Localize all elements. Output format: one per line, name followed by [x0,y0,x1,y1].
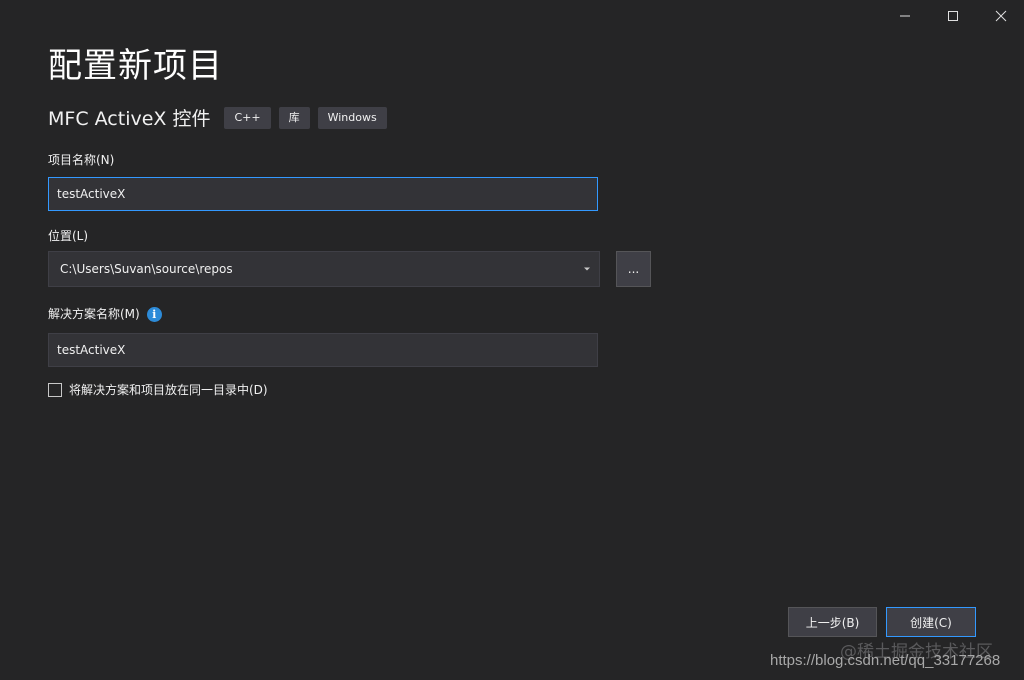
maximize-button[interactable] [930,0,976,32]
solution-name-label: 解决方案名称(M) [48,307,140,321]
template-info: MFC ActiveX 控件 C++ 库 Windows [48,104,395,131]
minimize-icon [900,15,910,17]
back-button[interactable]: 上一步(B) [788,607,877,637]
tag-type: 库 [278,106,310,129]
tag-language: C++ [224,106,271,129]
same-dir-checkbox[interactable] [48,382,62,397]
watermark-url: https://blog.csdn.net/qq_33177268 [770,652,1001,669]
create-button[interactable]: 创建(C) [886,607,976,637]
close-icon [995,10,1007,22]
solution-name-input[interactable] [48,333,598,367]
info-icon[interactable]: i [146,307,162,322]
page-title: 配置新项目 [48,46,223,86]
location-value: C:\Users\Suvan\source\repos [60,262,233,276]
tag-platform: Windows [317,106,387,129]
browse-button[interactable]: ... [616,251,651,287]
same-dir-label: 将解决方案和项目放在同一目录中(D) [69,383,268,397]
same-dir-option[interactable]: 将解决方案和项目放在同一目录中(D) [48,381,268,398]
location-label: 位置(L) [48,229,89,243]
solution-name-label-row: 解决方案名称(M) i [48,305,162,322]
chevron-down-icon [584,267,590,271]
maximize-icon [948,11,958,21]
location-select[interactable]: C:\Users\Suvan\source\repos [48,251,600,287]
minimize-button[interactable] [882,0,928,32]
project-name-input[interactable] [48,177,598,211]
project-name-label: 项目名称(N) [48,153,115,167]
close-button[interactable] [978,0,1024,32]
template-name: MFC ActiveX 控件 [48,108,211,130]
